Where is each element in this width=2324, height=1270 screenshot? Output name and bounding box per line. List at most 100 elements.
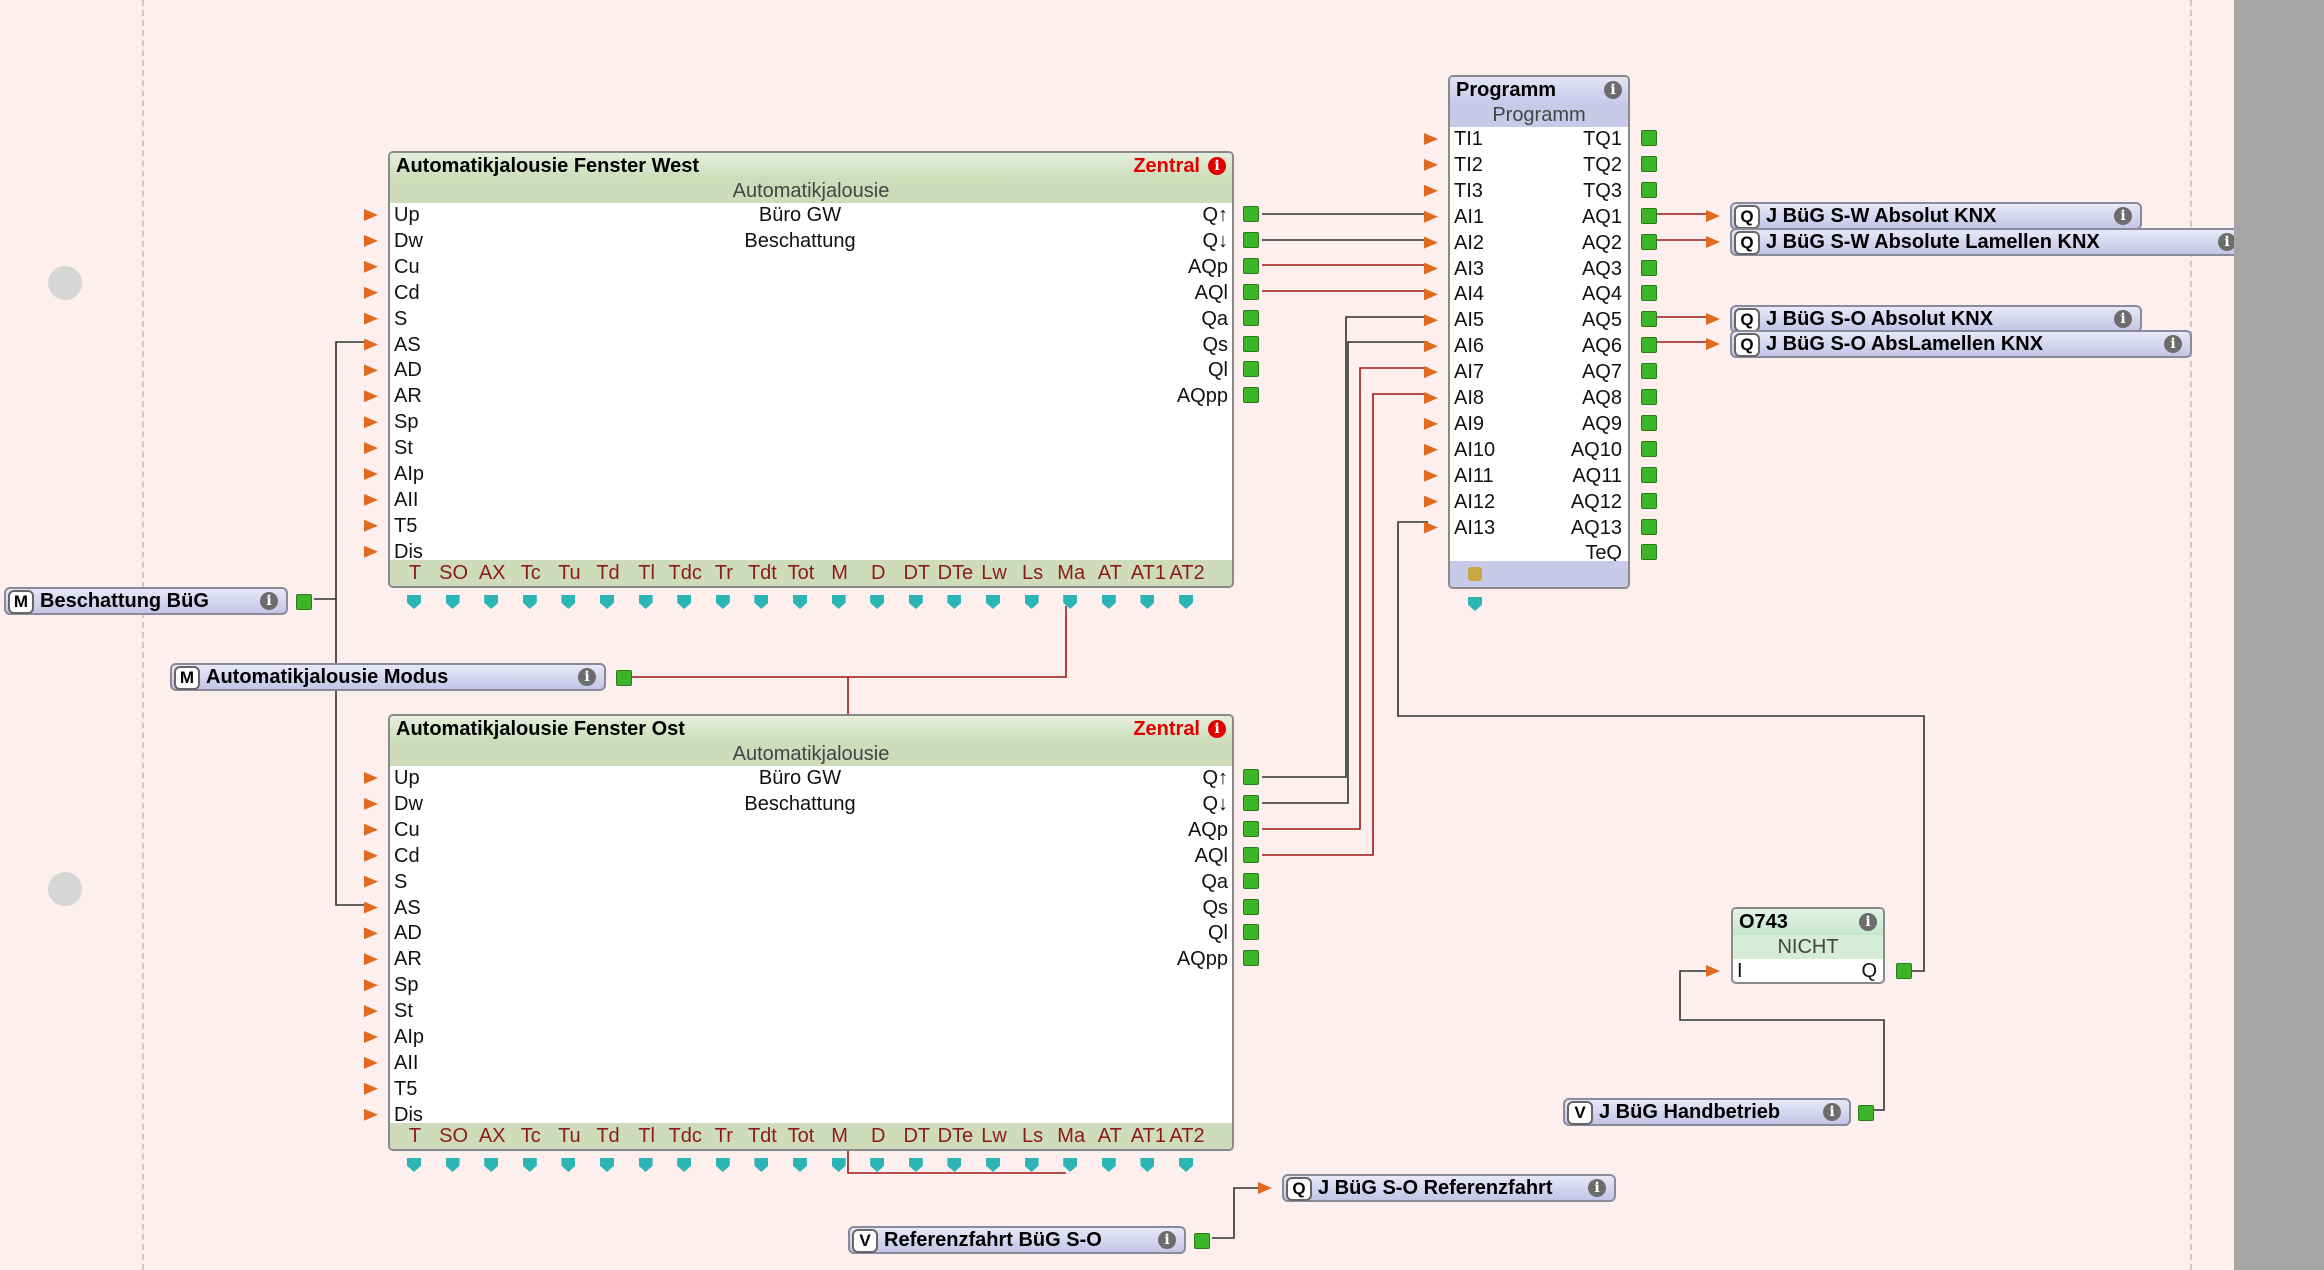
- connector-so-lamellen[interactable]: Q J BüG S-O AbsLamellen KNX i: [1730, 330, 2192, 358]
- wire-ost-aqp: [1262, 367, 1428, 830]
- block-nicht[interactable]: O743 i NICHT I Q: [1731, 907, 1885, 984]
- output-port[interactable]: [1641, 181, 1657, 198]
- connector-sw-lamellen[interactable]: QJ BüG S-W Absolute Lamellen KNX i: [1730, 228, 2246, 256]
- output-port[interactable]: [1243, 387, 1259, 404]
- output-port[interactable]: [1641, 311, 1657, 328]
- info-icon[interactable]: i: [1604, 81, 1622, 99]
- connector-type-badge: V: [1567, 1101, 1593, 1125]
- output-port[interactable]: [1641, 285, 1657, 302]
- connector-modus[interactable]: M Automatikjalousie Modus i: [170, 663, 606, 691]
- info-icon[interactable]: i: [2114, 310, 2132, 328]
- input-pin-ai6: AI6: [1454, 335, 1485, 358]
- output-pin: Qs: [1202, 333, 1228, 356]
- zentral-label: Zentral: [1133, 718, 1200, 740]
- logic-canvas[interactable]: Automatikjalousie Fenster West Zentral i…: [0, 0, 2324, 1270]
- info-icon[interactable]: i: [260, 592, 278, 610]
- connector-beschattung[interactable]: M Beschattung BüG i: [4, 587, 288, 615]
- output-port[interactable]: [1641, 440, 1657, 457]
- output-port[interactable]: [1641, 389, 1657, 405]
- output-port[interactable]: [1243, 769, 1259, 785]
- block-title: Automatikjalousie Fenster West: [390, 153, 1232, 179]
- connector-sw-absolut[interactable]: Q J BüG S-W Absolut KNX i: [1730, 202, 2142, 230]
- output-port[interactable]: [1858, 1105, 1874, 1121]
- info-icon[interactable]: i: [2164, 335, 2182, 353]
- output-port[interactable]: [1641, 518, 1657, 535]
- output-port[interactable]: [1243, 206, 1259, 222]
- input-pin-cd: Cd: [394, 281, 420, 304]
- output-port[interactable]: [1641, 466, 1657, 483]
- connector-type-badge: Q: [1734, 205, 1760, 229]
- connector-type-badge: M: [174, 666, 200, 690]
- output-port[interactable]: [1243, 361, 1259, 378]
- block-automatikjalousie-west[interactable]: Automatikjalousie Fenster West Zentral i…: [388, 151, 1234, 588]
- output-port[interactable]: [1243, 872, 1259, 889]
- database-icon: [1468, 567, 1482, 581]
- block-automatikjalousie-ost[interactable]: Automatikjalousie Fenster Ost Zentral i …: [388, 714, 1234, 1151]
- connector-type-badge: M: [8, 590, 34, 614]
- connector-so-referenz[interactable]: Q J BüG S-O Referenzfahrt i: [1282, 1174, 1616, 1202]
- parameter-tot: Tot: [787, 1125, 815, 1147]
- output-port[interactable]: [296, 594, 312, 610]
- info-icon[interactable]: i: [1823, 1103, 1841, 1121]
- output-port[interactable]: [1641, 259, 1657, 276]
- output-port[interactable]: [1896, 963, 1912, 979]
- output-pin: Qa: [1201, 307, 1228, 330]
- input-pin-aii: AII: [394, 1051, 419, 1074]
- block-subtitle: Automatikjalousie: [390, 179, 1232, 203]
- output-port[interactable]: [1641, 414, 1657, 431]
- input-pin-sp: Sp: [394, 974, 419, 997]
- info-icon[interactable]: i: [1158, 1231, 1176, 1249]
- output-pin: Q↓: [1202, 229, 1228, 252]
- output-port[interactable]: [1641, 207, 1657, 224]
- output-pin: Qs: [1202, 896, 1228, 919]
- output-port[interactable]: [1243, 335, 1259, 352]
- info-icon[interactable]: i: [1208, 157, 1226, 175]
- parameter-dte: DTe: [937, 1125, 974, 1147]
- connector-handbetrieb[interactable]: V J BüG Handbetrieb i: [1563, 1098, 1851, 1126]
- output-pin-aq1: AQ1: [1581, 205, 1622, 228]
- block-programm[interactable]: Programm i Programm TI1 TI2 TI3 AI1 AI2 AI3 AI…: [1448, 75, 1630, 589]
- connector-so-absolut[interactable]: Q J BüG S-O Absolut KNX i: [1730, 305, 2142, 333]
- info-icon[interactable]: i: [2114, 207, 2132, 225]
- wire-handbetrieb: [1679, 970, 1885, 1111]
- info-icon[interactable]: i: [1588, 1179, 1606, 1197]
- output-port[interactable]: [1243, 924, 1259, 941]
- output-port[interactable]: [1243, 283, 1259, 300]
- output-port[interactable]: [1243, 846, 1259, 863]
- input-pin-aip: AIp: [394, 463, 425, 485]
- output-port[interactable]: [1641, 155, 1657, 172]
- parameter-d: D: [870, 562, 886, 584]
- input-pin-ai8: AI8: [1454, 387, 1485, 409]
- output-port[interactable]: [1243, 794, 1259, 811]
- output-port[interactable]: [1641, 363, 1657, 380]
- block-comment: Büro GW: [758, 204, 842, 226]
- output-port[interactable]: [1194, 1233, 1210, 1249]
- input-pin-ai9: AI9: [1454, 412, 1485, 435]
- block-title: Automatikjalousie Fenster Ost: [390, 716, 1232, 742]
- input-pin-ti3: TI3: [1454, 179, 1483, 202]
- output-port[interactable]: [1641, 130, 1657, 146]
- output-port[interactable]: [1641, 337, 1657, 354]
- output-port[interactable]: [1243, 898, 1259, 915]
- info-icon[interactable]: i: [1859, 913, 1877, 931]
- output-port[interactable]: [1243, 820, 1259, 837]
- output-pin: Ql: [1208, 359, 1228, 382]
- input-pin-st: St: [394, 1000, 413, 1023]
- output-port[interactable]: [1641, 492, 1657, 509]
- output-pin: AQpp: [1176, 385, 1228, 408]
- output-port[interactable]: [1243, 257, 1259, 274]
- wire-beschattung: [314, 341, 366, 906]
- output-port[interactable]: [1243, 950, 1259, 967]
- output-pin: Ql: [1208, 922, 1228, 945]
- parameter-lw: Lw: [981, 562, 1007, 584]
- info-icon[interactable]: i: [1208, 720, 1226, 738]
- connector-type-badge: Q: [1734, 333, 1760, 357]
- vertical-scrollbar[interactable]: [2234, 0, 2324, 1270]
- connector-referenzfahrt[interactable]: V Referenzfahrt BüG S-O i: [848, 1226, 1186, 1254]
- info-icon[interactable]: i: [578, 668, 596, 686]
- output-port[interactable]: [1641, 544, 1657, 561]
- output-port[interactable]: [1243, 309, 1259, 326]
- output-port[interactable]: [616, 670, 632, 686]
- output-port[interactable]: [1641, 233, 1657, 250]
- output-port[interactable]: [1243, 231, 1259, 248]
